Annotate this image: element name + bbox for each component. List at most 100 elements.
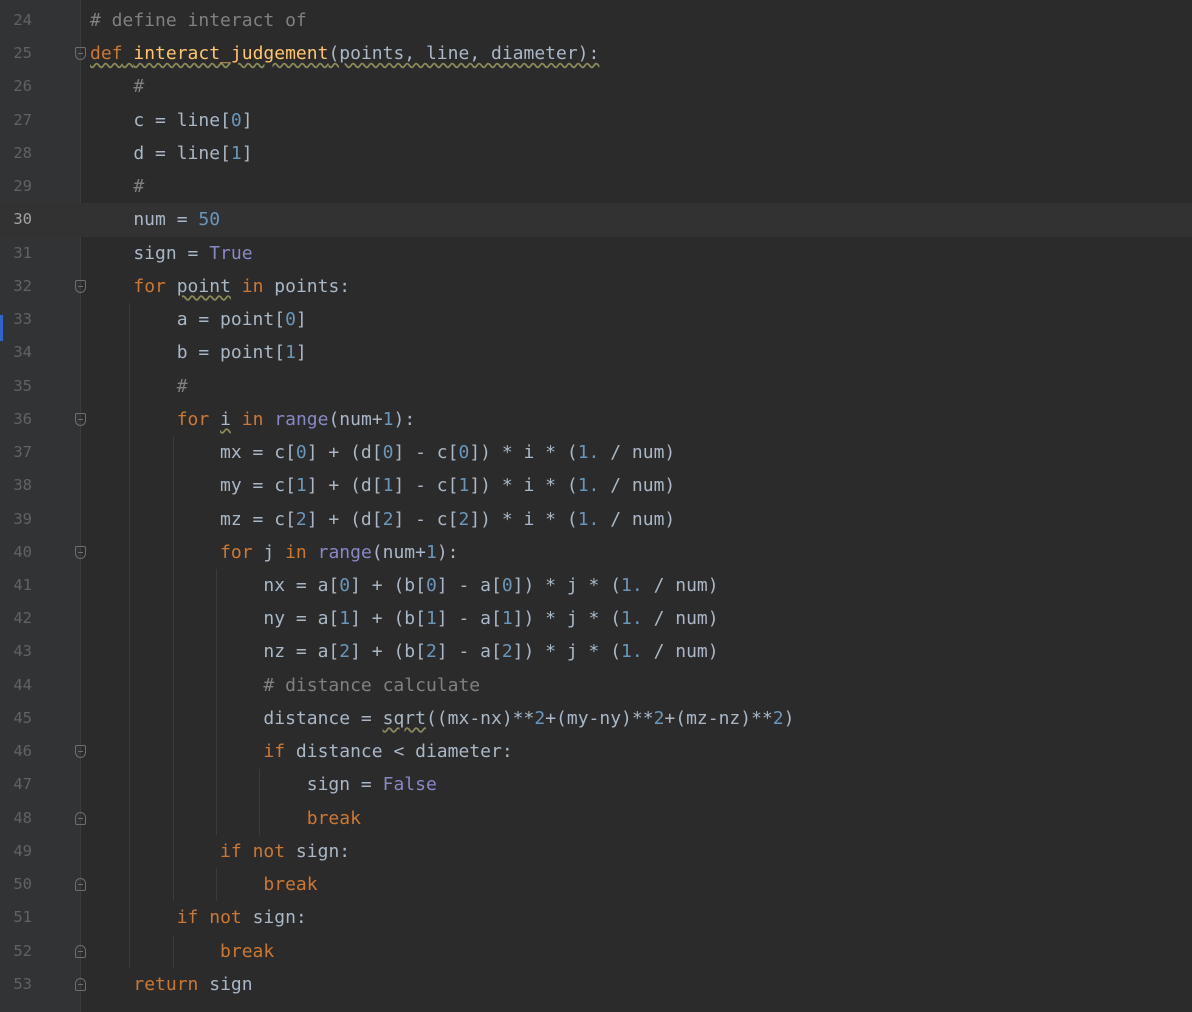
code-text: if not sign: (90, 835, 350, 868)
code-text: for j in range(num+1): (90, 536, 458, 569)
code-line[interactable]: 38 my = c[1] + (d[1] - c[1]) * i * (1. /… (0, 469, 1192, 502)
fold-close-icon[interactable] (75, 977, 86, 991)
code-token: d = line[ (90, 142, 231, 164)
fold-close-icon[interactable] (75, 811, 86, 825)
code-line[interactable]: 50 break (0, 868, 1192, 901)
code-token: break (220, 940, 275, 962)
line-number: 38 (13, 476, 32, 495)
code-line[interactable]: 51 if not sign: (0, 901, 1192, 934)
code-token: return (133, 973, 199, 995)
code-token: i (220, 408, 231, 430)
code-editor[interactable]: 24 # define interact of 25 def interact_jud… (0, 4, 1192, 1001)
code-text: sign = True (90, 237, 252, 270)
code-line[interactable]: 33 a = point[0] (0, 303, 1192, 336)
code-line[interactable]: 24 # define interact of (0, 4, 1192, 37)
code-line[interactable]: 49 if not sign: (0, 835, 1192, 868)
code-line[interactable]: 26 # (0, 70, 1192, 103)
fold-open-icon[interactable] (75, 412, 86, 426)
code-line[interactable]: 27 c = line[0] (0, 104, 1192, 137)
line-number: 33 (13, 310, 32, 329)
code-token: 0 (382, 442, 394, 464)
code-line[interactable]: 42 ny = a[1] + (b[1] - a[1]) * j * (1. /… (0, 602, 1192, 635)
code-line[interactable]: 52 break (0, 935, 1192, 968)
code-token: +(mz-nz)** (664, 707, 773, 729)
code-token: False (382, 774, 437, 796)
fold-close-icon[interactable] (75, 944, 86, 958)
code-text: break (90, 868, 317, 901)
fold-close-icon[interactable] (75, 878, 86, 892)
line-number: 53 (13, 974, 32, 993)
code-token: ] + (b[ (350, 641, 426, 663)
code-line[interactable]: 45 distance = sqrt((mx-nx)**2+(my-ny)**2… (0, 702, 1192, 735)
code-token: 0 (501, 574, 513, 596)
code-token: ) (783, 707, 795, 729)
code-line[interactable]: 53 return sign (0, 968, 1192, 1001)
code-line[interactable]: 41 nx = a[0] + (b[0] - a[0]) * j * (1. /… (0, 569, 1192, 602)
fold-open-icon[interactable] (75, 279, 86, 293)
code-token: 2 (772, 707, 784, 729)
code-text: # (90, 170, 144, 203)
code-line[interactable]: 35 # (0, 370, 1192, 403)
code-token: sign = (90, 242, 210, 264)
code-line[interactable]: 28 d = line[1] (0, 137, 1192, 170)
line-number: 42 (13, 609, 32, 628)
code-token: range (317, 541, 372, 563)
fold-open-icon[interactable] (75, 545, 86, 559)
code-line[interactable]: 48 break (0, 802, 1192, 835)
code-line[interactable]: 30 num = 50 (0, 203, 1192, 237)
code-text: mx = c[0] + (d[0] - c[0]) * i * (1. / nu… (90, 436, 675, 469)
code-text: a = point[0] (90, 303, 307, 336)
code-line[interactable]: 46 if distance < diameter: (0, 735, 1192, 768)
code-token: 1 (458, 475, 470, 497)
code-token: num = (90, 209, 199, 231)
code-line[interactable]: 34 b = point[1] (0, 336, 1192, 369)
code-token: sign: (285, 840, 351, 862)
code-token: sign: (241, 907, 307, 929)
code-line[interactable]: 40 for j in range(num+1): (0, 536, 1192, 569)
code-line[interactable]: 47 sign = False (0, 768, 1192, 801)
code-line[interactable]: 36 for i in range(num+1): (0, 403, 1192, 436)
code-line[interactable]: 31 sign = True (0, 237, 1192, 270)
code-token: ] - c[ (393, 442, 459, 464)
line-number: 24 (13, 11, 32, 29)
code-line[interactable]: 39 mz = c[2] + (d[2] - c[2]) * i * (1. /… (0, 503, 1192, 536)
code-text: mz = c[2] + (d[2] - c[2]) * i * (1. / nu… (90, 503, 675, 536)
code-line[interactable]: 32 for point in points: (0, 270, 1192, 303)
code-token: 0 (285, 309, 296, 331)
line-number: 35 (13, 376, 32, 395)
code-token: 1. (577, 508, 600, 530)
code-text: break (90, 935, 274, 968)
fold-open-icon[interactable] (75, 47, 86, 61)
code-text: num = 50 (90, 203, 220, 236)
code-token: sqrt (382, 707, 426, 729)
code-line[interactable]: 37 mx = c[0] + (d[0] - c[0]) * i * (1. /… (0, 436, 1192, 469)
code-token: sign = (90, 774, 383, 796)
code-token: ]) * j * ( (512, 608, 622, 630)
code-line[interactable]: 25 def interact_judgement(points, line, d… (0, 37, 1192, 70)
code-token: / num) (599, 508, 676, 530)
code-text: c = line[0] (90, 104, 252, 137)
code-token: for (133, 275, 166, 297)
code-token: 1. (621, 608, 643, 630)
fold-open-icon[interactable] (75, 745, 86, 759)
code-token: ] - a[ (436, 574, 502, 596)
code-token: nz = a[ (90, 641, 340, 663)
code-token: break (306, 807, 361, 829)
code-token: 2 (501, 641, 513, 663)
line-number: 50 (13, 875, 32, 894)
code-line[interactable]: 29 # (0, 170, 1192, 203)
code-line[interactable]: 43 nz = a[2] + (b[2] - a[2]) * j * (1. /… (0, 635, 1192, 668)
line-number: 52 (13, 941, 32, 960)
code-token: ] (241, 142, 253, 164)
code-token: point (176, 275, 231, 297)
code-line[interactable]: 44 # distance calculate (0, 669, 1192, 702)
code-token: / num) (642, 608, 719, 630)
code-token: (num+ (371, 541, 426, 563)
